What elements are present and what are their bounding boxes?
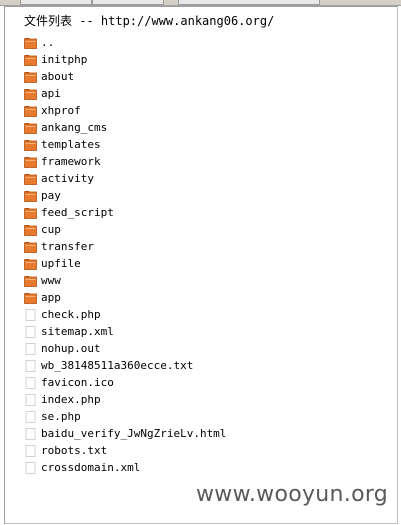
folder-icon xyxy=(24,241,37,253)
file-list-header: 文件列表 -- http://www.ankang06.org/ xyxy=(24,14,275,28)
folder-icon xyxy=(24,173,37,185)
folder-row[interactable]: .. xyxy=(24,34,384,51)
folder-row[interactable]: transfer xyxy=(24,238,384,255)
entry-name: nohup.out xyxy=(41,342,101,355)
folder-icon xyxy=(24,275,37,287)
entry-name: transfer xyxy=(41,240,94,253)
folder-row[interactable]: templates xyxy=(24,136,384,153)
file-icon xyxy=(24,359,37,372)
file-row[interactable]: nohup.out xyxy=(24,340,384,357)
folder-icon xyxy=(24,88,37,100)
folder-row[interactable]: cup xyxy=(24,221,384,238)
folder-icon xyxy=(24,292,37,304)
folder-icon xyxy=(24,190,37,202)
file-row[interactable]: robots.txt xyxy=(24,442,384,459)
entry-name: se.php xyxy=(41,410,81,423)
folder-row[interactable]: feed_script xyxy=(24,204,384,221)
folder-icon xyxy=(24,54,37,66)
file-row[interactable]: favicon.ico xyxy=(24,374,384,391)
entry-name: www xyxy=(41,274,61,287)
entry-name: robots.txt xyxy=(41,444,108,457)
folder-icon xyxy=(24,156,37,168)
folder-icon xyxy=(24,224,37,236)
entry-name: api xyxy=(41,87,61,100)
window-tab[interactable] xyxy=(20,0,92,5)
file-row[interactable]: check.php xyxy=(24,306,384,323)
entry-name: wb_38148511a360ecce.txt xyxy=(41,359,194,372)
folder-row[interactable]: framework xyxy=(24,153,384,170)
file-row[interactable]: index.php xyxy=(24,391,384,408)
entry-name: .. xyxy=(41,36,55,49)
window-tab[interactable] xyxy=(92,0,164,5)
folder-row[interactable]: xhprof xyxy=(24,102,384,119)
entry-name: ankang_cms xyxy=(41,121,108,134)
file-icon xyxy=(24,342,37,355)
entry-name: framework xyxy=(41,155,101,168)
folder-icon xyxy=(24,122,37,134)
file-list: .. initphp about api xhprof ankang_cms t… xyxy=(24,34,384,476)
folder-icon xyxy=(24,105,37,117)
folder-row[interactable]: api xyxy=(24,85,384,102)
entry-name: app xyxy=(41,291,61,304)
entry-name: pay xyxy=(41,189,61,202)
file-icon xyxy=(24,376,37,389)
file-row[interactable]: sitemap.xml xyxy=(24,323,384,340)
file-icon xyxy=(24,410,37,423)
entry-name: feed_script xyxy=(41,206,114,219)
folder-row[interactable]: ankang_cms xyxy=(24,119,384,136)
entry-name: cup xyxy=(41,223,61,236)
entry-name: templates xyxy=(41,138,101,151)
folder-row[interactable]: app xyxy=(24,289,384,306)
entry-name: crossdomain.xml xyxy=(41,461,141,474)
entry-name: baidu_verify_JwNgZrieLv.html xyxy=(41,427,227,440)
folder-icon xyxy=(24,207,37,219)
file-row[interactable]: baidu_verify_JwNgZrieLv.html xyxy=(24,425,384,442)
file-icon xyxy=(24,308,37,321)
folder-icon xyxy=(24,139,37,151)
folder-row[interactable]: initphp xyxy=(24,51,384,68)
file-icon xyxy=(24,427,37,440)
watermark: www.wooyun.org xyxy=(196,482,389,507)
entry-name: upfile xyxy=(41,257,81,270)
entry-name: index.php xyxy=(41,393,101,406)
file-row[interactable]: se.php xyxy=(24,408,384,425)
folder-row[interactable]: upfile xyxy=(24,255,384,272)
folder-icon xyxy=(24,258,37,270)
entry-name: sitemap.xml xyxy=(41,325,114,338)
entry-name: initphp xyxy=(41,53,88,66)
file-row[interactable]: wb_38148511a360ecce.txt xyxy=(24,357,384,374)
folder-row[interactable]: about xyxy=(24,68,384,85)
entry-name: about xyxy=(41,70,75,83)
file-icon xyxy=(24,461,37,474)
folder-icon xyxy=(24,37,37,49)
entry-name: activity xyxy=(41,172,94,185)
file-icon xyxy=(24,393,37,406)
entry-name: check.php xyxy=(41,308,101,321)
folder-row[interactable]: activity xyxy=(24,170,384,187)
entry-name: xhprof xyxy=(41,104,81,117)
folder-row[interactable]: pay xyxy=(24,187,384,204)
folder-icon xyxy=(24,71,37,83)
window-tab[interactable] xyxy=(178,0,320,5)
folder-row[interactable]: www xyxy=(24,272,384,289)
file-row[interactable]: crossdomain.xml xyxy=(24,459,384,476)
entry-name: favicon.ico xyxy=(41,376,114,389)
file-icon xyxy=(24,325,37,338)
file-icon xyxy=(24,444,37,457)
